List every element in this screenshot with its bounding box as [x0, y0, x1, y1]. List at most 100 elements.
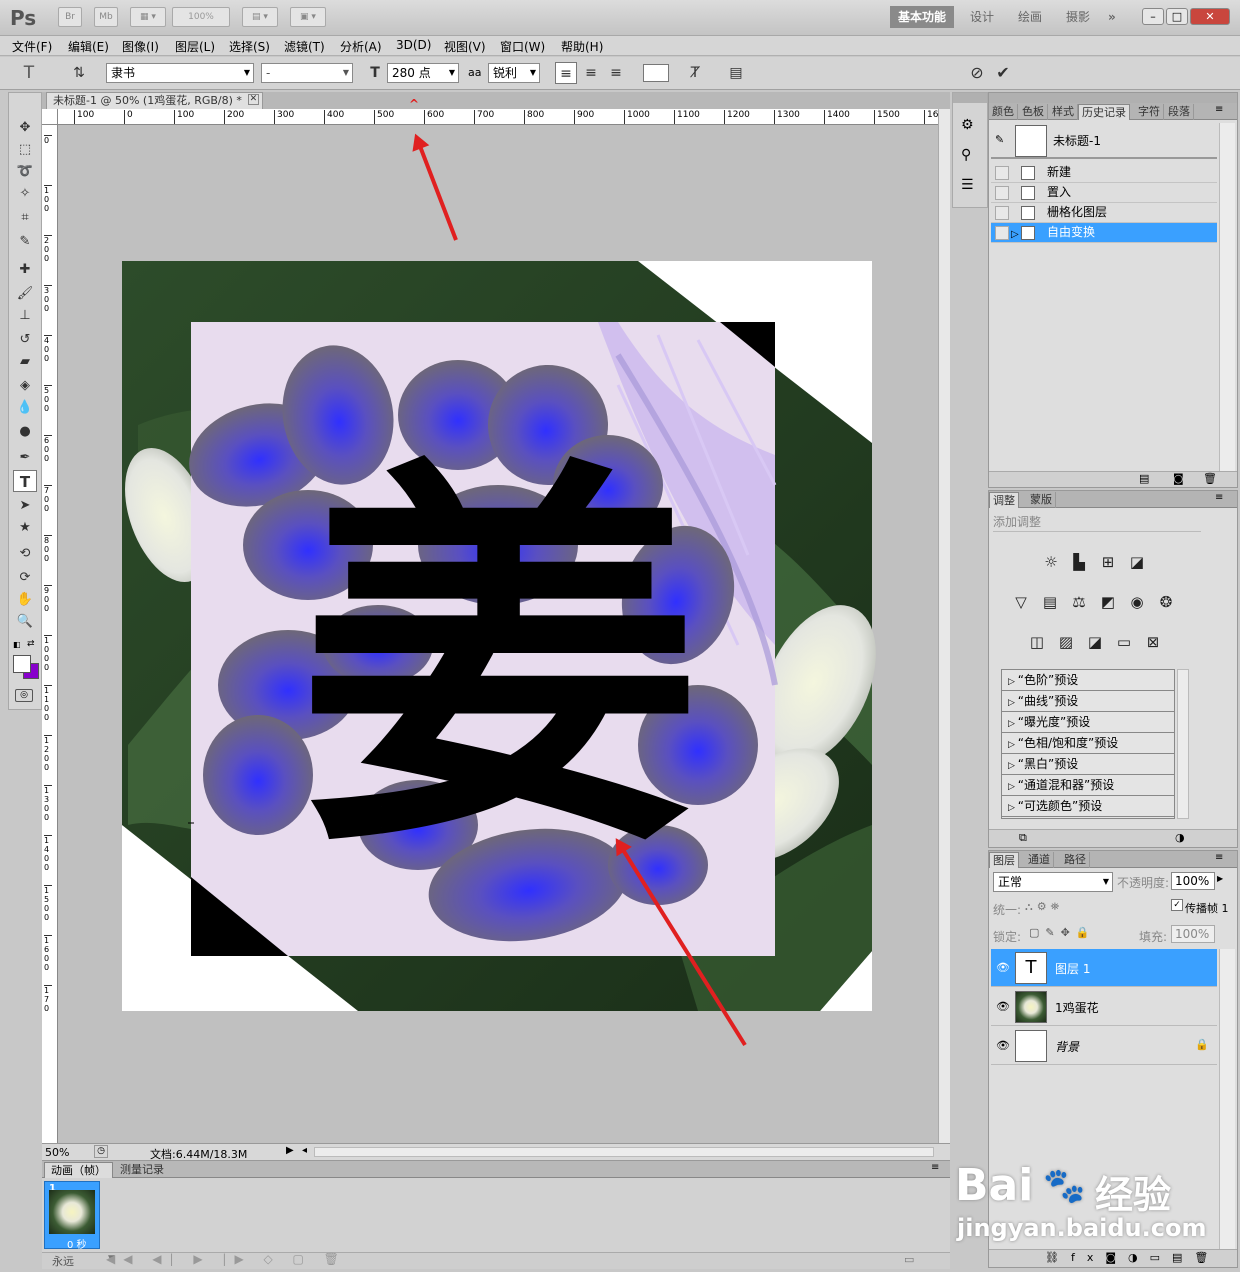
menu-help[interactable]: 帮助(H): [561, 38, 603, 55]
tab-character[interactable]: 字符: [1135, 104, 1164, 120]
document-tab[interactable]: 未标题-1 @ 50% (1鸡蛋花, RGB/8) * ✕: [46, 92, 263, 109]
menu-layer[interactable]: 图层(L): [175, 38, 215, 55]
layer-name[interactable]: 图层 1: [1055, 960, 1090, 977]
maximize-button[interactable]: □: [1166, 8, 1188, 25]
tab-layers[interactable]: 图层: [989, 852, 1019, 868]
blur-tool-icon[interactable]: 💧: [13, 397, 37, 419]
workspace-design[interactable]: 设计: [962, 6, 1002, 28]
menu-image[interactable]: 图像(I): [122, 38, 159, 55]
close-button[interactable]: ✕: [1190, 8, 1230, 25]
warp-text-icon[interactable]: Ⱦ: [684, 62, 706, 84]
photo-filter-icon[interactable]: ◉: [1125, 591, 1149, 613]
layers-panel-menu-icon[interactable]: ≡: [1215, 852, 1223, 863]
workspace-painting[interactable]: 绘画: [1010, 6, 1050, 28]
tool-presets-icon[interactable]: ⚙: [961, 117, 974, 133]
menu-file[interactable]: 文件(F): [12, 38, 52, 55]
type-tool-icon[interactable]: T: [13, 470, 37, 492]
crop-tool-icon[interactable]: ⌗: [13, 207, 37, 229]
zoom-tool-icon[interactable]: 🔍: [13, 611, 37, 633]
preset-black-white[interactable]: ▷ “黑白”预设: [1002, 754, 1174, 775]
convert-timeline-icon[interactable]: ▭: [904, 1253, 914, 1266]
history-item[interactable]: 栅格化图层: [991, 203, 1217, 223]
preset-channel-mixer[interactable]: ▷ “通道混和器”预设: [1002, 775, 1174, 796]
presets-scrollbar[interactable]: [1177, 669, 1189, 819]
history-snapshot[interactable]: ✎ 未标题-1: [991, 123, 1217, 159]
selective-color-icon[interactable]: ⊠: [1141, 631, 1165, 653]
blend-mode-select[interactable]: 正常: [993, 872, 1113, 892]
tab-color[interactable]: 颜色: [989, 104, 1018, 120]
font-family-select[interactable]: 隶书: [106, 63, 254, 83]
font-size-select[interactable]: 280 点: [387, 63, 459, 83]
status-menu-arrow-icon[interactable]: ▶: [286, 1145, 294, 1156]
levels-icon[interactable]: ▙: [1067, 551, 1091, 573]
animation-frame-1[interactable]: 1 0 秒: [44, 1181, 100, 1251]
status-zoom[interactable]: 50%: [45, 1146, 69, 1159]
tab-swatches[interactable]: 色板: [1019, 104, 1048, 120]
hue-saturation-icon[interactable]: ▤: [1038, 591, 1062, 613]
text-color-swatch[interactable]: [643, 64, 669, 82]
type-tool-preset-icon[interactable]: T: [18, 62, 40, 84]
align-left-icon[interactable]: ≡: [555, 62, 577, 84]
arrange-documents-button[interactable]: ▤ ▾: [242, 7, 278, 27]
posterize-icon[interactable]: ▨: [1054, 631, 1078, 653]
default-colors-icon[interactable]: ◧: [13, 641, 21, 649]
tab-measurement-log[interactable]: 测量记录: [114, 1162, 170, 1178]
eyedropper-tool-icon[interactable]: ✎: [13, 231, 37, 253]
new-snapshot-icon[interactable]: ◙: [1173, 472, 1184, 485]
layer-row-image[interactable]: 👁 1鸡蛋花: [991, 988, 1217, 1026]
visibility-eye-icon[interactable]: 👁: [996, 961, 1010, 974]
antialias-select[interactable]: 锐利: [488, 63, 540, 83]
delete-state-icon[interactable]: 🗑: [1203, 472, 1217, 485]
menu-view[interactable]: 视图(V): [444, 38, 486, 55]
status-options-icon[interactable]: ◷: [94, 1145, 108, 1158]
marquee-tool-icon[interactable]: ⬚: [13, 139, 37, 161]
clone-source-icon[interactable]: ⚲: [961, 147, 971, 163]
tab-paragraph[interactable]: 段落: [1165, 104, 1194, 120]
menu-select[interactable]: 选择(S): [229, 38, 270, 55]
screen-mode-button[interactable]: ▣ ▾: [290, 7, 326, 27]
toggle-text-orientation-icon[interactable]: ⇅: [68, 62, 90, 84]
move-tool-icon[interactable]: ✥: [13, 117, 37, 139]
align-center-icon[interactable]: ≡: [580, 62, 602, 84]
layer-name[interactable]: 1鸡蛋花: [1055, 999, 1099, 1016]
loop-select[interactable]: 永远: [52, 1253, 74, 1269]
preset-selective-color[interactable]: ▷ “可选颜色”预设: [1002, 796, 1174, 817]
clip-to-layer-icon[interactable]: ⧉: [1019, 831, 1027, 845]
layer-row-background[interactable]: 👁 背景 🔒: [991, 1027, 1217, 1065]
lasso-tool-icon[interactable]: ➰: [13, 161, 37, 183]
view-extras-button[interactable]: ▦ ▾: [130, 7, 166, 27]
hscroll-left-icon[interactable]: ◂: [302, 1145, 307, 1156]
pen-tool-icon[interactable]: ✒: [13, 447, 37, 469]
cancel-icon[interactable]: ⊘: [966, 62, 988, 84]
eraser-tool-icon[interactable]: ▰: [13, 351, 37, 373]
character-panel-icon[interactable]: ▤: [725, 62, 747, 84]
close-tab-icon[interactable]: ✕: [247, 94, 259, 105]
path-select-tool-icon[interactable]: ➤: [13, 495, 37, 517]
history-item[interactable]: 置入: [991, 183, 1217, 203]
preset-curves[interactable]: ▷ “曲线”预设: [1002, 691, 1174, 712]
preset-hue-saturation[interactable]: ▷ “色相/饱和度”预设: [1002, 733, 1174, 754]
gradient-map-icon[interactable]: ▭: [1112, 631, 1136, 653]
history-scrollbar[interactable]: [1219, 123, 1235, 471]
tab-masks[interactable]: 蒙版: [1027, 492, 1056, 508]
preset-exposure[interactable]: ▷ “曝光度”预设: [1002, 712, 1174, 733]
history-panel-menu-icon[interactable]: ≡: [1215, 104, 1223, 115]
shape-tool-icon[interactable]: ★: [13, 517, 37, 539]
tab-animation[interactable]: 动画（帧）: [44, 1162, 113, 1178]
visibility-eye-icon[interactable]: 👁: [996, 1039, 1010, 1052]
channel-mixer-icon[interactable]: ❂: [1154, 591, 1178, 613]
adjustments-panel-menu-icon[interactable]: ≡: [1215, 492, 1223, 503]
paint-bucket-tool-icon[interactable]: ◈: [13, 375, 37, 397]
threshold-icon[interactable]: ◪: [1083, 631, 1107, 653]
unify-icons[interactable]: ⛬⚙⛯: [1025, 900, 1063, 914]
layer-name[interactable]: 背景: [1055, 1038, 1079, 1055]
quick-mask-icon[interactable]: ◎: [15, 689, 33, 702]
curves-icon[interactable]: ⊞: [1096, 551, 1120, 573]
opacity-input[interactable]: 100%: [1171, 872, 1215, 890]
tab-styles[interactable]: 样式: [1049, 104, 1078, 120]
workspace-photography[interactable]: 摄影: [1058, 6, 1098, 28]
workspace-overflow-button[interactable]: »: [1100, 6, 1124, 28]
clone-stamp-tool-icon[interactable]: ⊥: [13, 305, 37, 327]
font-style-select[interactable]: -: [261, 63, 353, 83]
vertical-scrollbar[interactable]: [938, 109, 950, 1143]
